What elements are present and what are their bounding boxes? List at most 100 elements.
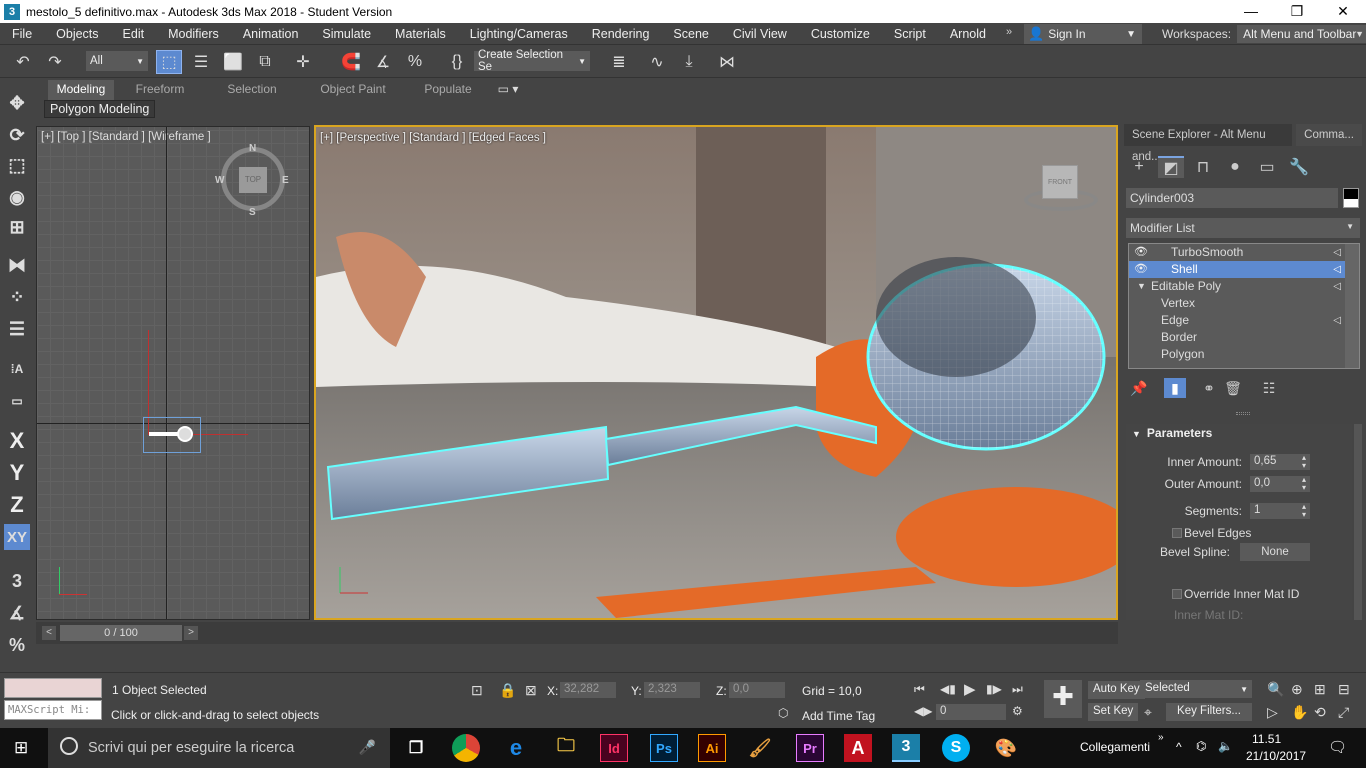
- go-to-end-icon[interactable]: ⏭: [1012, 682, 1023, 697]
- menu-script[interactable]: Script: [882, 27, 938, 41]
- maxscript-output[interactable]: [4, 678, 102, 698]
- snaps-toggle-icon[interactable]: 🧲: [338, 50, 364, 74]
- edge-icon[interactable]: e: [502, 734, 530, 762]
- menu-simulate[interactable]: Simulate: [310, 27, 383, 41]
- menu-modifiers[interactable]: Modifiers: [156, 27, 231, 41]
- clock-time[interactable]: 11.51: [1252, 732, 1281, 746]
- configure-modifier-sets-icon[interactable]: ☷: [1258, 378, 1280, 398]
- modifier-list-dropdown[interactable]: Modifier List ▼: [1126, 218, 1360, 238]
- remove-modifier-icon[interactable]: 🗑: [1222, 378, 1244, 398]
- stack-scrollbar[interactable]: [1345, 244, 1359, 368]
- stack-item-shell[interactable]: 👁 Shell ◁: [1129, 261, 1359, 278]
- key-filters-icon[interactable]: ⌖: [1144, 704, 1152, 721]
- stack-subobject-vertex[interactable]: Vertex: [1129, 295, 1359, 312]
- viewcube-front-face[interactable]: FRONT: [1042, 165, 1078, 199]
- segments-spinner[interactable]: 1: [1250, 503, 1310, 519]
- zoom-extents-icon[interactable]: ⊞: [1314, 681, 1326, 698]
- add-time-tag[interactable]: Add Time Tag: [802, 709, 875, 723]
- next-frame-icon[interactable]: ▮▶: [986, 682, 1002, 696]
- menu-lighting-cameras[interactable]: Lighting/Cameras: [458, 27, 580, 41]
- expand-triangle-icon[interactable]: ▼: [1137, 278, 1146, 295]
- autocad-icon[interactable]: A: [844, 734, 872, 762]
- make-unique-icon[interactable]: ⚭: [1198, 378, 1220, 398]
- angle-snap-icon[interactable]: ∡: [370, 50, 396, 74]
- panel-splitter[interactable]: [1236, 412, 1250, 415]
- scale-icon[interactable]: ⬚: [4, 152, 30, 178]
- show-end-result-icon[interactable]: ▮: [1164, 378, 1186, 398]
- stack-item-editable-poly[interactable]: ▼ Editable Poly ◁: [1129, 278, 1359, 295]
- edit-named-selection-icon[interactable]: {}: [444, 50, 470, 74]
- orbit-icon[interactable]: ⟲: [1314, 704, 1326, 721]
- go-to-start-icon[interactable]: ⏮: [914, 682, 925, 697]
- render-setup-icon[interactable]: ⤓: [676, 50, 702, 74]
- pin-stack-icon[interactable]: 📌: [1128, 378, 1150, 398]
- menu-objects[interactable]: Objects: [44, 27, 110, 41]
- utilities-icon[interactable]: 🔧: [1286, 156, 1312, 178]
- 3dsmax-taskbar-icon[interactable]: 3: [892, 734, 920, 762]
- object-bowl-top[interactable]: [177, 426, 193, 442]
- task-view-icon[interactable]: ❐: [402, 734, 430, 762]
- illustrator-icon[interactable]: Ai: [698, 734, 726, 762]
- pan-icon[interactable]: ✋: [1291, 704, 1308, 721]
- zoom-extents-all-icon[interactable]: ⊟: [1338, 681, 1350, 698]
- bevel-spline-button[interactable]: None: [1240, 543, 1310, 561]
- menu-scene[interactable]: Scene: [661, 27, 720, 41]
- coord-z-field[interactable]: 0,0: [729, 682, 785, 698]
- menu-rendering[interactable]: Rendering: [580, 27, 662, 41]
- angle-snap-icon[interactable]: ∡: [4, 600, 30, 626]
- chrome-icon[interactable]: [452, 734, 480, 762]
- network-icon[interactable]: ⌬: [1196, 739, 1206, 753]
- selection-lock-icon[interactable]: 🔒: [499, 682, 516, 699]
- mirror-icon[interactable]: ⧓: [4, 252, 30, 278]
- action-center-icon[interactable]: 🗨: [1328, 738, 1347, 756]
- create-icon[interactable]: +: [1126, 156, 1152, 178]
- layers-icon[interactable]: ☰: [4, 316, 30, 342]
- track-bar[interactable]: [36, 644, 1118, 670]
- snap-3d-icon[interactable]: 3: [4, 568, 30, 594]
- absolute-mode-icon[interactable]: ⊠: [525, 682, 537, 699]
- maximize-viewport-icon[interactable]: ⤢: [1338, 704, 1349, 721]
- ribbon-tab-populate[interactable]: Populate: [408, 80, 488, 100]
- sign-in-dropdown[interactable]: 👤 Sign In ▼: [1024, 24, 1142, 44]
- set-key-button[interactable]: Set Key: [1088, 703, 1139, 721]
- layer-explorer-icon[interactable]: ≣: [606, 50, 632, 74]
- tab-command-panel[interactable]: Comma...: [1296, 124, 1362, 146]
- viewcube-top-face[interactable]: TOP: [239, 167, 267, 193]
- menu-civil-view[interactable]: Civil View: [721, 27, 799, 41]
- menu-materials[interactable]: Materials: [383, 27, 458, 41]
- indesign-icon[interactable]: Id: [600, 734, 628, 762]
- taskbar-search[interactable]: Scrivi qui per eseguire la ricerca 🎤: [48, 728, 390, 768]
- ribbon-tab-modeling[interactable]: Modeling: [48, 80, 114, 100]
- isolate-selection-icon[interactable]: ⊡: [471, 682, 483, 699]
- bevel-edges-checkbox[interactable]: [1172, 528, 1182, 538]
- outer-amount-spinner[interactable]: 0,0: [1250, 476, 1310, 492]
- select-move-icon[interactable]: ✛: [290, 50, 316, 74]
- maximize-icon[interactable]: ❐: [1274, 3, 1320, 20]
- percent-snap-icon[interactable]: %: [4, 632, 30, 658]
- display-icon[interactable]: ▭: [1254, 156, 1280, 178]
- ribbon-options-icon[interactable]: ▭ ▾: [488, 80, 528, 100]
- polygon-modeling-panel[interactable]: Polygon Modeling: [44, 100, 156, 118]
- time-tag-icon[interactable]: ⬡: [778, 706, 788, 720]
- time-prev-icon[interactable]: <: [42, 626, 56, 640]
- skype-icon[interactable]: S: [942, 734, 970, 762]
- rectangular-selection-icon[interactable]: ⬜: [220, 50, 246, 74]
- redo-icon[interactable]: ↷: [42, 50, 68, 74]
- key-mode-dropdown[interactable]: Selected ▼: [1140, 680, 1252, 698]
- photoshop-icon[interactable]: Ps: [650, 734, 678, 762]
- stack-subobject-border[interactable]: Border: [1129, 329, 1359, 346]
- select-object-icon[interactable]: ⬚: [156, 50, 182, 74]
- ribbon-tab-freeform[interactable]: Freeform: [114, 80, 206, 100]
- tray-links-label[interactable]: Collegamenti: [1080, 740, 1150, 754]
- paint-brush-app-icon[interactable]: 🖌: [746, 734, 774, 762]
- play-icon[interactable]: ▶: [964, 680, 976, 698]
- array-icon[interactable]: ⁘: [4, 284, 30, 310]
- place-icon[interactable]: ◉: [4, 184, 30, 210]
- time-slider-position[interactable]: 0 / 100: [60, 625, 182, 641]
- axis-xy-button[interactable]: XY: [4, 524, 30, 550]
- override-inner-mat-checkbox[interactable]: [1172, 589, 1182, 599]
- align-icon[interactable]: ⊞: [4, 214, 30, 240]
- windows-start-icon[interactable]: ⊞: [14, 738, 28, 758]
- menu-customize[interactable]: Customize: [799, 27, 882, 41]
- panel-scrollbar[interactable]: [1354, 424, 1362, 620]
